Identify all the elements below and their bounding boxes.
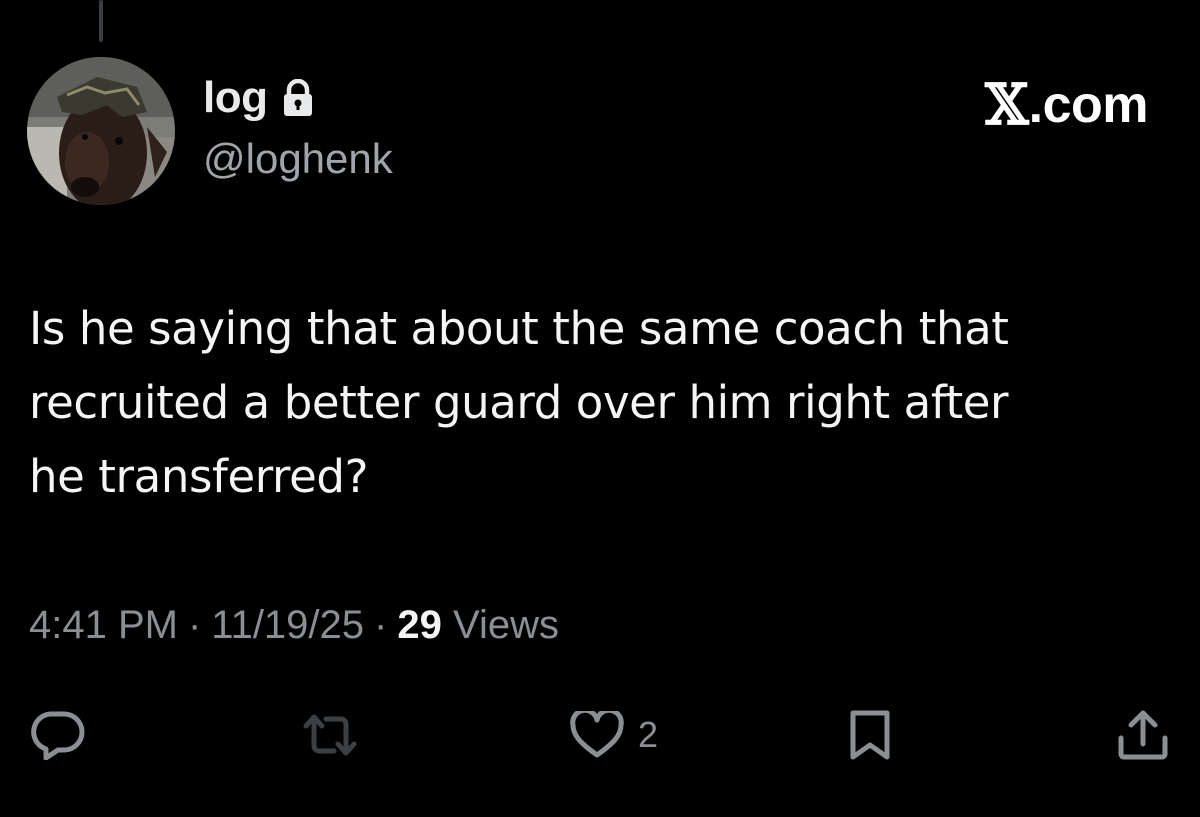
dog-avatar-image	[27, 57, 175, 205]
heart-icon	[570, 711, 624, 758]
reply-button[interactable]	[28, 700, 86, 770]
share-icon	[1118, 710, 1168, 760]
tweet-metadata: 4:41 PM · 11/19/25 · 29 Views	[29, 600, 559, 650]
author-handle[interactable]: @loghenk	[203, 138, 393, 180]
tweet-date: 11/19/25	[211, 603, 365, 647]
repost-button[interactable]	[300, 700, 360, 770]
thread-connector-line	[99, 0, 103, 42]
meta-separator: ·	[374, 603, 388, 647]
repost-icon	[303, 714, 357, 756]
bookmark-button[interactable]	[848, 700, 892, 770]
brand-logo: 𝕏 .com	[985, 72, 1149, 138]
action-bar: 2	[0, 700, 1200, 770]
brand-domain: .com	[1028, 76, 1149, 134]
tweet-line: he transferred?	[29, 450, 369, 503]
tweet-time: 4:41 PM	[29, 603, 178, 647]
views-count[interactable]: 29	[397, 603, 442, 647]
reply-icon	[31, 711, 85, 760]
author-name-row: log	[203, 70, 315, 126]
share-button[interactable]	[1116, 700, 1170, 770]
lock-icon	[281, 78, 315, 122]
tweet-line: Is he saying that about the same coach t…	[29, 302, 1009, 355]
author-display-name[interactable]: log	[203, 76, 268, 120]
x-logo-icon: 𝕏	[985, 72, 1029, 138]
views-label[interactable]: Views	[453, 603, 559, 647]
bookmark-icon	[850, 710, 890, 760]
tweet-text: Is he saying that about the same coach t…	[29, 292, 1169, 514]
avatar[interactable]	[27, 57, 175, 205]
like-button[interactable]: 2	[570, 700, 658, 770]
meta-separator: ·	[187, 603, 202, 647]
like-count: 2	[638, 714, 659, 755]
tweet-line: recruited a better guard over him right …	[29, 376, 1009, 429]
